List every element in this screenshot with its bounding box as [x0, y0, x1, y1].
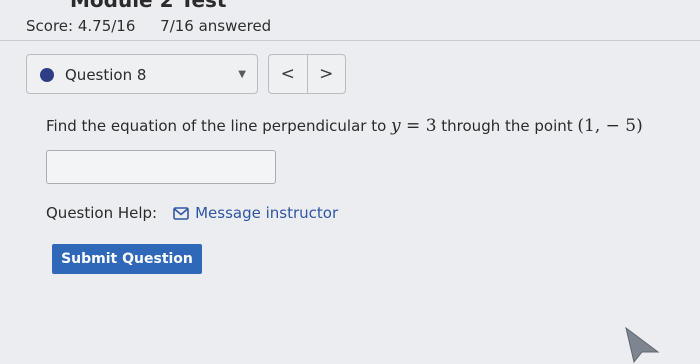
line-equation: y = 3 [391, 116, 436, 136]
question-selector[interactable]: Question 8 ▼ [26, 54, 258, 94]
page-title: Module 2 Test [70, 0, 227, 12]
question-help: Question Help: Message instructor [46, 204, 338, 222]
previous-question-button[interactable]: < [269, 55, 307, 93]
answer-input[interactable] [46, 150, 276, 184]
score-label: Score: 4.75/16 [26, 17, 136, 35]
message-instructor-link[interactable]: Message instructor [173, 204, 338, 222]
caret-down-icon: ▼ [238, 69, 246, 80]
envelope-icon [173, 206, 189, 220]
question-text: Find the equation of the line perpendicu… [46, 116, 643, 136]
question-nav: < > [268, 54, 346, 94]
question-selector-label: Question 8 [65, 66, 147, 84]
line-variable: y [391, 116, 401, 136]
mouse-cursor-icon [625, 326, 660, 364]
score-bar: Score: 4.75/16 7/16 answered [26, 17, 271, 35]
message-instructor-label: Message instructor [195, 204, 339, 222]
submit-question-button[interactable]: Submit Question [52, 244, 202, 274]
header-divider [0, 40, 700, 41]
answered-count: 7/16 answered [160, 17, 272, 35]
next-question-button[interactable]: > [308, 55, 346, 93]
status-dot-icon [40, 68, 54, 82]
point-coordinates: (1, − 5) [577, 116, 643, 136]
question-prefix: Find the equation of the line perpendicu… [46, 117, 392, 135]
question-help-label: Question Help: [46, 204, 158, 222]
line-equation-rhs: = 3 [400, 116, 437, 136]
question-middle: through the point [436, 117, 578, 135]
